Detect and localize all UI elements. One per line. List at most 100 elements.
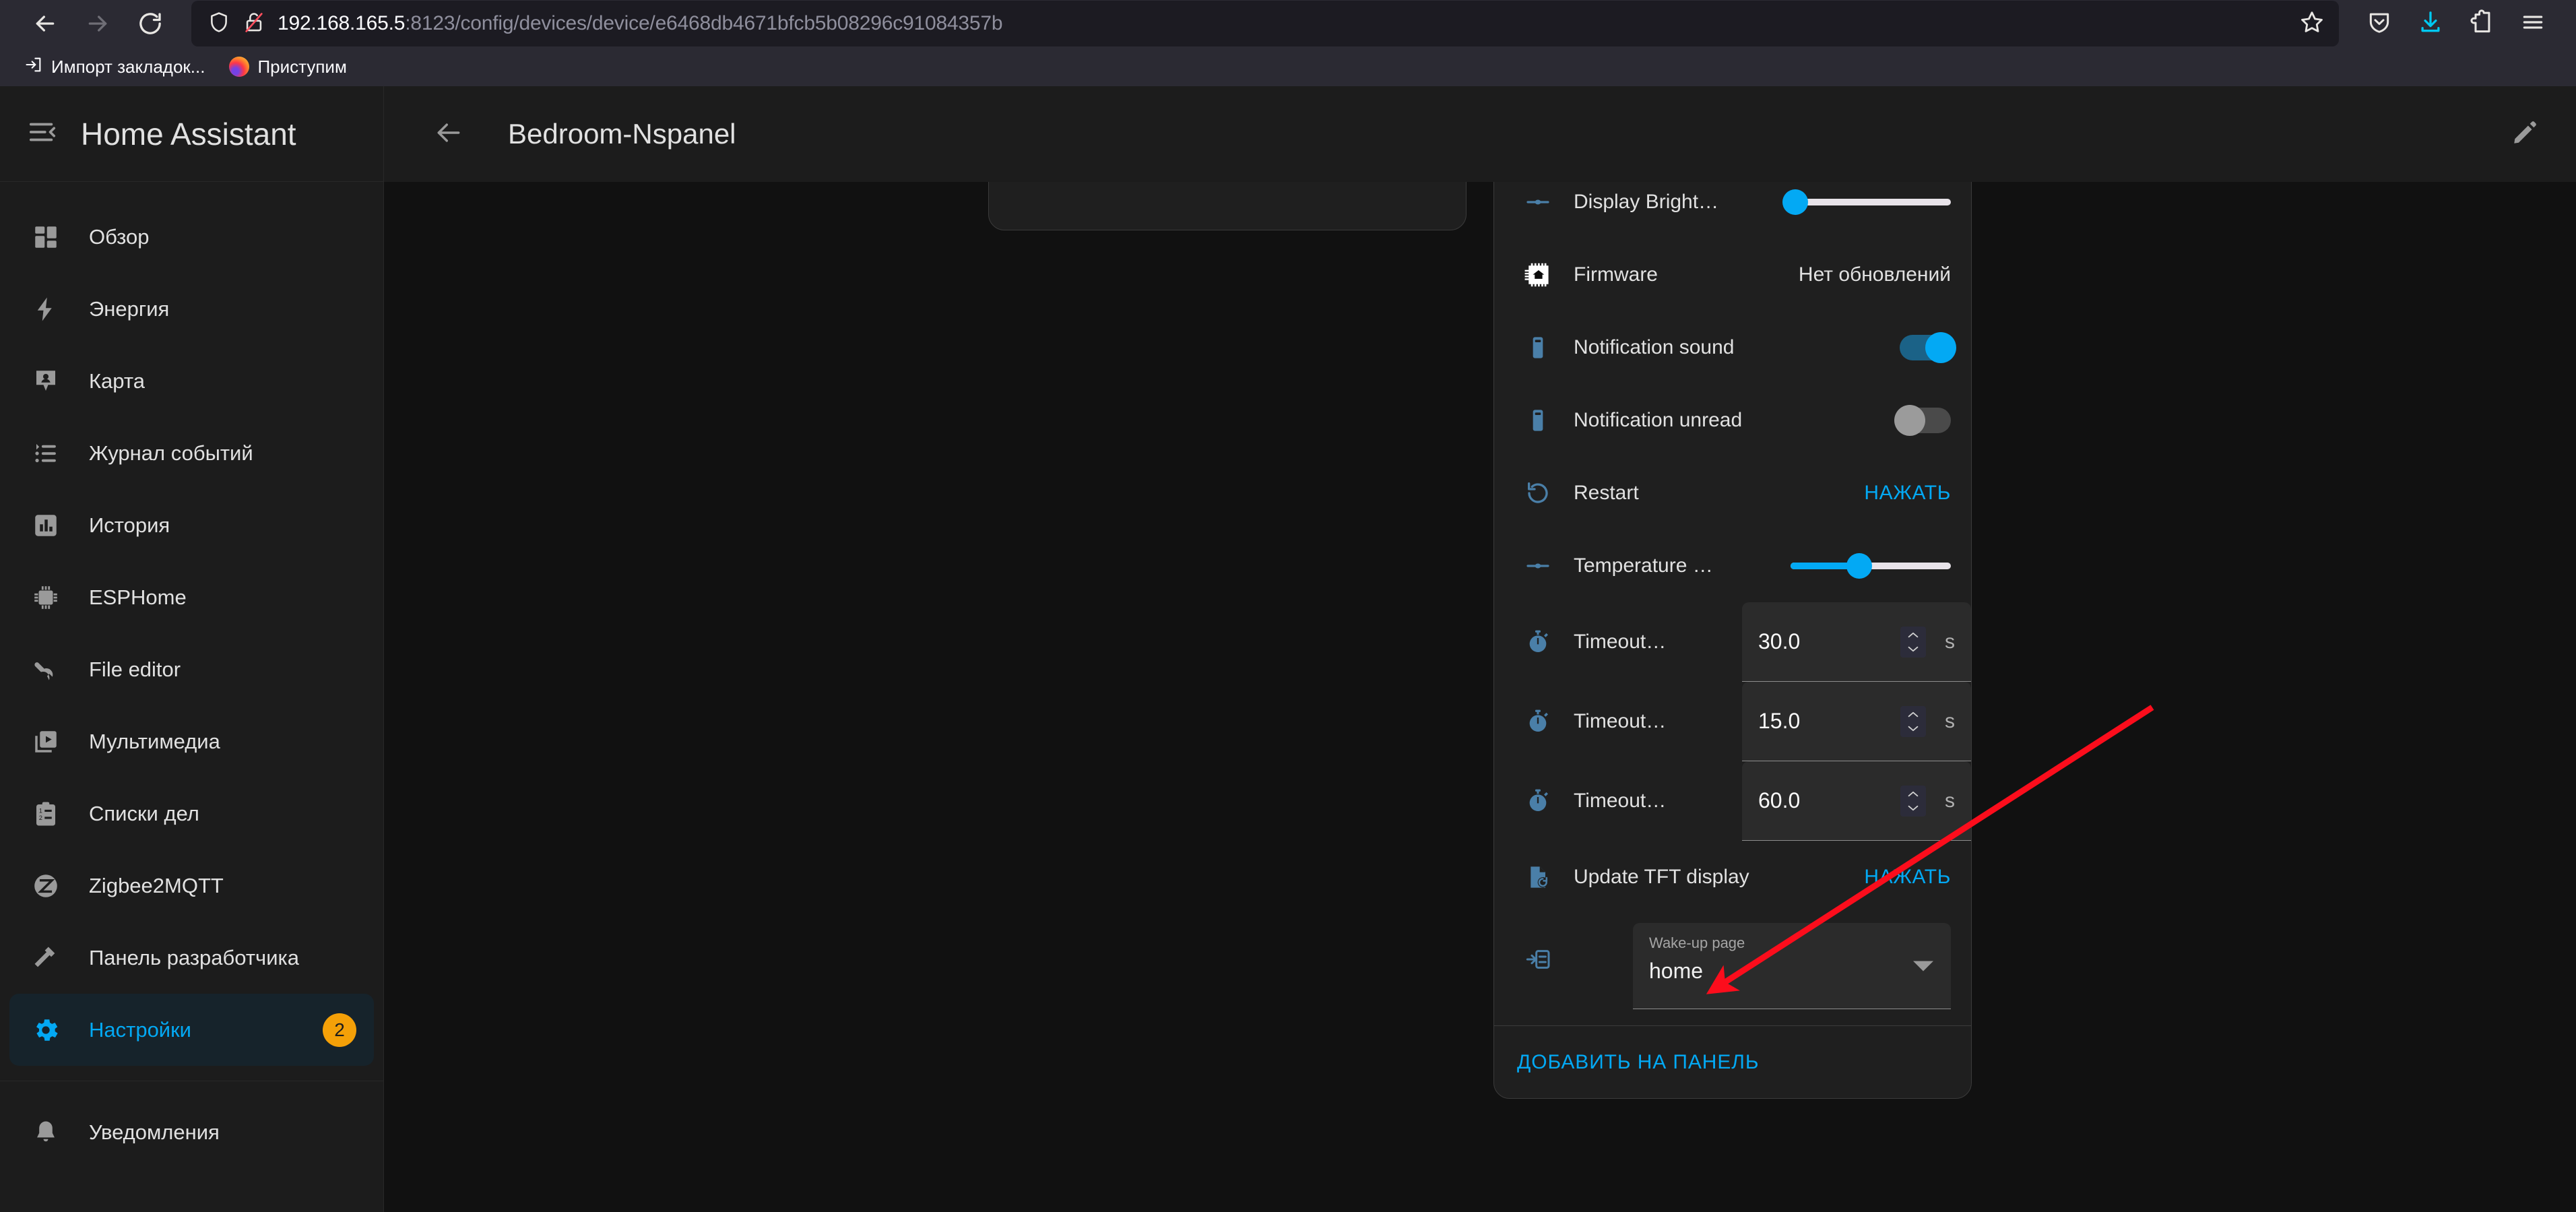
sidebar-item-zigbee2mqtt[interactable]: Zigbee2MQTT (9, 850, 374, 922)
timer-icon (1517, 708, 1559, 735)
control-label: Notification sound (1574, 336, 1735, 358)
sidebar-item-istoriya[interactable]: История (9, 489, 374, 561)
tracking-protection-shield-icon[interactable] (207, 11, 230, 37)
wake-up-page-select[interactable]: Wake-up page home (1633, 923, 1951, 1009)
home-assistant-app: Home Assistant Обзор Энергия Карта Журна… (0, 86, 2576, 1212)
downloads-button[interactable] (2406, 0, 2455, 48)
timeout-field-3[interactable]: 60.0 s (1742, 761, 1971, 841)
control-label: Timeout… (1574, 790, 1667, 812)
device-left-column (988, 182, 1467, 1212)
slider-thumb[interactable] (1846, 553, 1873, 579)
notification-unread-toggle[interactable] (1894, 405, 1951, 436)
lightning-bolt-icon (27, 295, 65, 323)
timeout-unit: s (1945, 709, 1955, 732)
sidebar-item-nastroyki[interactable]: Настройки 2 (9, 994, 374, 1066)
sidebar-item-panel-razrabotchika[interactable]: Панель разработчика (9, 922, 374, 994)
number-stepper-icon[interactable] (1900, 626, 1926, 658)
bookmark-import-bookmarks[interactable]: Импорт закладок... (15, 51, 214, 83)
forward-button[interactable] (71, 0, 124, 50)
back-button[interactable] (19, 0, 71, 50)
restart-press-button[interactable]: НАЖАТЬ (1864, 482, 1951, 505)
control-label: Restart (1574, 482, 1639, 504)
control-label: Update TFT display (1574, 866, 1749, 888)
temperature-slider[interactable] (1791, 550, 1951, 581)
bookmark-button[interactable] (2292, 3, 2332, 44)
extensions-puzzle-icon (2469, 9, 2494, 38)
control-row-timeout-1[interactable]: Timeout… 30.0 s (1494, 602, 1971, 682)
slider-tune-icon (1517, 552, 1559, 579)
sidebar-item-energiya[interactable]: Энергия (9, 273, 374, 345)
sidebar-item-multimedia[interactable]: Мультимедиа (9, 705, 374, 777)
browser-chrome: 192.168.165.5:8123/config/devices/device… (0, 0, 2576, 86)
control-row-notification-unread[interactable]: Notification unread (1494, 384, 1971, 457)
control-row-notification-sound[interactable]: Notification sound (1494, 311, 1971, 384)
sidebar-item-obzor[interactable]: Обзор (9, 201, 374, 273)
pocket-save-button[interactable] (2355, 0, 2404, 48)
device-right-column: Display Bright… Firmware Нет обновлений … (1493, 182, 1972, 1212)
select-label: Wake-up page (1649, 934, 1745, 951)
timeout-value[interactable]: 60.0 (1758, 788, 1900, 813)
update-tft-press-button[interactable]: НАЖАТЬ (1864, 866, 1951, 889)
toggle-knob (1894, 405, 1925, 436)
sidebar-item-esphome[interactable]: ESPHome (9, 561, 374, 633)
chip-icon (27, 583, 65, 612)
sidebar-item-uvedomleniya[interactable]: Уведомления (9, 1096, 374, 1168)
number-stepper-icon[interactable] (1900, 705, 1926, 737)
control-row-restart[interactable]: Restart НАЖАТЬ (1494, 457, 1971, 530)
brightness-slider-2[interactable] (1782, 187, 1951, 218)
bookmarks-bar: Импорт закладок... Приступим (0, 47, 2576, 86)
control-row-display-brightness-2[interactable]: Display Bright… (1494, 182, 1971, 238)
firmware-chip-icon (1517, 260, 1559, 290)
add-to-dashboard-button[interactable]: ДОБАВИТЬ НА ПАНЕЛЬ (1517, 1051, 1759, 1074)
url-host: 192.168.165.5 (278, 12, 406, 34)
phone-icon (1517, 334, 1559, 361)
timeout-field-2[interactable]: 15.0 s (1742, 682, 1971, 761)
url-bar[interactable]: 192.168.165.5:8123/config/devices/device… (191, 1, 2339, 46)
timeout-value[interactable]: 30.0 (1758, 629, 1900, 654)
number-stepper-icon[interactable] (1900, 785, 1926, 817)
url-text[interactable]: 192.168.165.5:8123/config/devices/device… (278, 12, 1002, 35)
control-row-wake-up-page[interactable]: Wake-up page home (1494, 914, 1971, 1015)
control-row-temperature[interactable]: Temperature … (1494, 530, 1971, 602)
extensions-button[interactable] (2457, 0, 2506, 48)
control-row-firmware[interactable]: Firmware Нет обновлений (1494, 238, 1971, 311)
status-badge: 2 (323, 1013, 356, 1047)
edit-device-button[interactable] (2498, 107, 2552, 161)
sidebar-item-file-editor[interactable]: File editor (9, 633, 374, 705)
insecure-connection-icon[interactable] (243, 11, 265, 37)
chevron-down-icon[interactable] (1913, 961, 1933, 971)
reload-button[interactable] (124, 0, 176, 50)
downloads-arrow-icon (2418, 9, 2443, 38)
back-arrow-icon (32, 10, 59, 37)
control-row-update-tft-display[interactable]: Update TFT display НАЖАТЬ (1494, 841, 1971, 914)
timeout-value[interactable]: 15.0 (1758, 709, 1900, 734)
logbook-list-icon (27, 439, 65, 468)
browser-toolbar-actions (2346, 0, 2557, 48)
slider-thumb[interactable] (1782, 189, 1809, 215)
sidebar-item-label: Карта (89, 369, 145, 393)
bookmark-get-started[interactable]: Приступим (220, 53, 356, 82)
sidebar-item-label: История (89, 513, 170, 537)
bell-icon (27, 1118, 65, 1147)
notification-sound-toggle[interactable] (1900, 332, 1956, 363)
sidebar-item-zhurnal-sobytiy[interactable]: Журнал событий (9, 417, 374, 489)
sidebar-item-label: Zigbee2MQTT (89, 873, 224, 897)
restart-icon (1517, 480, 1559, 507)
sidebar-item-karta[interactable]: Карта (9, 345, 374, 417)
app-menu-button[interactable] (2509, 0, 2557, 48)
sidebar-nav-list: Обзор Энергия Карта Журнал событий Истор… (0, 182, 383, 1212)
control-row-timeout-2[interactable]: Timeout… 15.0 s (1494, 682, 1971, 761)
control-row-timeout-3[interactable]: Timeout… 60.0 s (1494, 761, 1971, 841)
sidebar-item-spiski-del[interactable]: 12 Списки дел (9, 777, 374, 850)
timeout-field-1[interactable]: 30.0 s (1742, 602, 1971, 682)
map-pin-person-icon (27, 367, 65, 395)
page-back-button[interactable] (422, 107, 476, 161)
sidebar-item-label: Настройки (89, 1017, 192, 1042)
firefox-logo-icon (229, 57, 250, 77)
sidebar-item-label: ESPHome (89, 585, 187, 609)
collapse-sidebar-icon[interactable] (27, 117, 58, 151)
sidebar-item-label: Энергия (89, 296, 170, 321)
control-label: Notification unread (1574, 409, 1743, 431)
control-label: Temperature … (1574, 554, 1713, 577)
svg-text:1: 1 (39, 807, 42, 814)
